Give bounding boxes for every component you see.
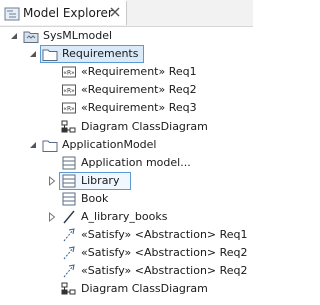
tree-item[interactable]: Requirements [0,45,253,64]
class-icon [62,192,76,206]
tree-item[interactable]: Diagram ClassDiagram [0,280,253,298]
class-icon [62,156,76,170]
requirement-icon: «R» [62,84,76,96]
tree-item[interactable]: ApplicationModel [0,136,253,154]
svg-text:«R»: «R» [63,88,75,95]
tab-model-explorer[interactable]: Model Explorer [0,0,127,25]
collapsed-twisty-icon[interactable] [46,211,58,223]
tree-item-label: ApplicationModel [62,137,157,151]
tree-item-label: Diagram ClassDiagram [81,282,208,296]
tree-item-label: «Satisfy» <Abstraction> Req2 [81,246,248,260]
tree-item[interactable]: «R» «Requirement» Req3 [0,99,253,117]
satisfy-icon [63,228,75,242]
class-icon [62,174,76,188]
satisfy-icon [63,264,75,278]
tree-item-label: A_library_books [81,210,168,223]
requirement-icon: «R» [62,66,76,78]
association-icon [63,210,75,224]
svg-text:«R»: «R» [63,70,75,77]
expanded-twisty-icon[interactable] [27,48,39,60]
tree-item-label: «Requirement» Req2 [81,83,197,97]
model-explorer-icon [4,7,20,21]
tree-item[interactable]: Library [0,171,253,190]
tree-item-label: SysMLmodel [43,29,113,42]
tree-item-label: Diagram ClassDiagram [81,119,208,133]
collapsed-twisty-icon[interactable] [46,175,58,187]
satisfy-icon [63,246,75,260]
tree-item[interactable]: «R» «Requirement» Req2 [0,81,253,99]
tree-item-label: Requirements [62,47,139,61]
tree-item[interactable]: Diagram ClassDiagram [0,118,253,136]
model-icon [23,31,39,43]
tree-item-label: Library [81,173,120,187]
tree-item[interactable]: Book [0,190,253,208]
package-icon [42,140,58,152]
package-icon [42,49,58,62]
model-tree: SysMLmodel Requirements «R» «Requirement» R… [0,27,253,305]
svg-text:«R»: «R» [63,106,75,113]
expanded-twisty-icon[interactable] [27,139,39,151]
tree-item[interactable]: «Satisfy» <Abstraction> Req2 [0,244,253,262]
tree-item-label: Application model... [81,155,191,169]
tree-item[interactable]: «R» «Requirement» Req1 [0,63,253,81]
tree-item[interactable]: «Satisfy» <Abstraction> Req1 [0,226,253,244]
diagram-icon [61,120,76,132]
tree-item-label: «Requirement» Req3 [81,101,197,115]
close-icon[interactable] [109,6,121,18]
tab-title: Model Explorer [23,6,113,20]
tree-item-label: Book [81,191,109,205]
view-tab-bar: Model Explorer [0,0,253,27]
tree-item[interactable]: SysMLmodel [0,27,253,45]
requirement-icon: «R» [62,102,76,114]
tree-item-label: «Requirement» Req1 [81,65,197,79]
tree-item[interactable]: Application model... [0,154,253,172]
tree-item-label: «Satisfy» <Abstraction> Req2 [81,264,248,278]
diagram-icon [61,282,76,295]
expanded-twisty-icon[interactable] [8,30,20,42]
tree-item[interactable]: A_library_books [0,208,253,226]
tree-item[interactable]: «Satisfy» <Abstraction> Req2 [0,262,253,280]
tree-item-label: «Satisfy» <Abstraction> Req1 [81,228,248,242]
